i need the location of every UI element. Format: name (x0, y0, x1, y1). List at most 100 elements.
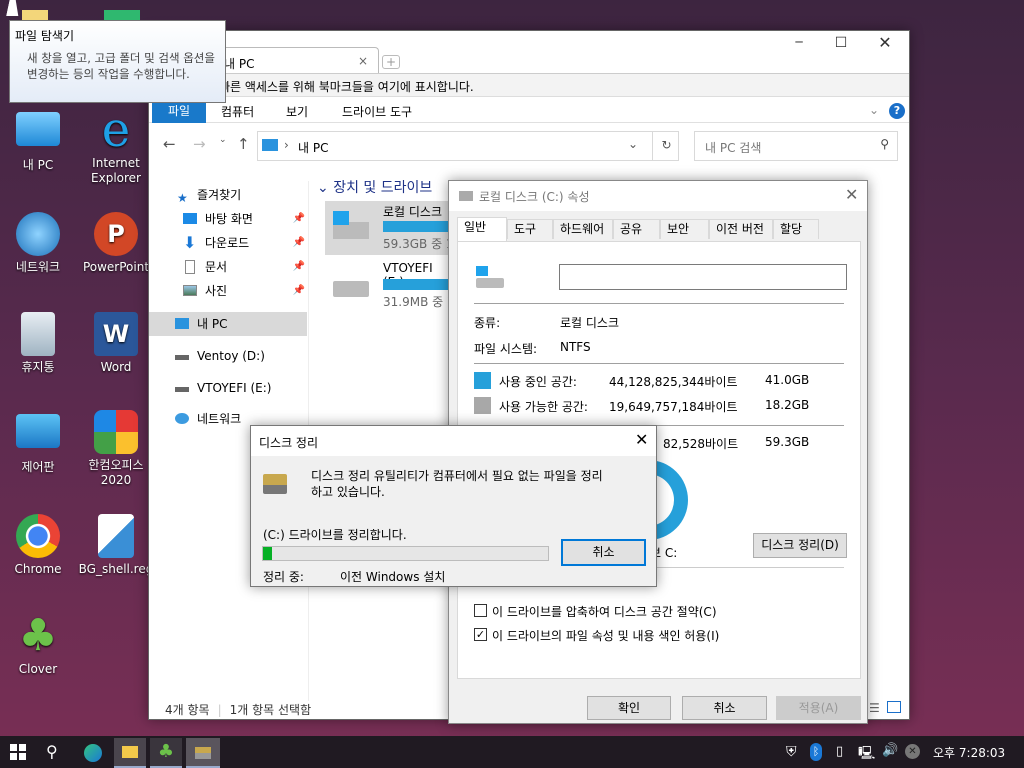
browser-tab[interactable]: 내 PC × (209, 47, 379, 73)
desktop-icon-network[interactable]: 네트워크 (0, 212, 76, 275)
tab-quota[interactable]: 할당량 (773, 219, 819, 255)
computer-icon (262, 139, 278, 151)
desktop-icon-ie[interactable]: e Internet Explorer (78, 102, 154, 186)
desktop-icon-powerpoint[interactable]: P PowerPoint (78, 212, 154, 275)
refresh-icon[interactable]: ↻ (652, 131, 680, 161)
pin-icon[interactable]: 📌 (293, 256, 305, 278)
drive-usage-bar (383, 221, 455, 232)
close-button[interactable]: ✕ (875, 33, 895, 52)
compress-checkbox[interactable] (474, 604, 487, 617)
volume-icon[interactable]: 🔊 (882, 743, 898, 758)
index-label[interactable]: 이 드라이브의 파일 속성 및 내용 색인 허용(I) (492, 627, 719, 644)
back-icon[interactable]: ← (163, 135, 176, 153)
nav-ventoy[interactable]: Ventoy (D:) (149, 345, 307, 367)
desktop-icon-clover[interactable]: ♣ Clover (0, 614, 76, 677)
dialog-titlebar: 로컬 디스크 (C:) 속성 ✕ (449, 181, 867, 211)
close-button[interactable]: ✕ (635, 430, 648, 449)
ribbon-expand-icon[interactable]: ⌄ (869, 103, 879, 117)
drive-item-e[interactable]: VTOYEFI (E:) 31.9MB 중 7 (325, 259, 455, 313)
tab-strip: 일반 도구 하드웨어 공유 보안 이전 버전 할당량 (457, 217, 861, 255)
clock[interactable]: 오후 7:28:03 (933, 744, 1005, 761)
taskbar-disk-cleanup[interactable] (186, 738, 220, 768)
fs-label: 파일 시스템: (474, 342, 538, 356)
minimize-button[interactable]: ─ (789, 35, 809, 49)
view-tiles-icon[interactable] (887, 701, 901, 713)
cancel-button[interactable]: 취소 (682, 696, 767, 720)
recent-chevron-icon[interactable]: ⌄ (219, 135, 227, 145)
nav-quick-access[interactable]: ★ 즐겨찾기 (149, 184, 307, 206)
ie-icon: e (101, 102, 131, 158)
desktop-icon-hancom[interactable]: 한컴오피스 2020 (78, 410, 154, 488)
view-details-icon[interactable]: ☰ (869, 701, 880, 715)
pin-icon[interactable]: 📌 (293, 232, 305, 254)
tab-previous-versions[interactable]: 이전 버전 (709, 219, 773, 239)
search-icon[interactable]: ⚲ (46, 742, 58, 761)
ribbon-tab-view[interactable]: 보기 (286, 103, 308, 120)
tab-security[interactable]: 보안 (660, 219, 709, 239)
disk-cleanup-dialog: 디스크 정리 ✕ 디스크 정리 유틸리티가 컴퓨터에서 필요 없는 파일을 정리… (250, 425, 657, 587)
cancel-button[interactable]: 취소 (561, 539, 646, 566)
tab-close-icon[interactable]: × (358, 54, 368, 68)
drive-name: 로컬 디스크 (383, 205, 443, 219)
pin-icon[interactable]: 📌 (293, 280, 305, 302)
compress-label[interactable]: 이 드라이브를 압축하여 디스크 공간 절약(C) (492, 603, 717, 620)
tab-sharing[interactable]: 공유 (613, 219, 660, 239)
nav-this-pc[interactable]: 내 PC (149, 312, 307, 336)
start-button[interactable] (10, 744, 26, 760)
nav-desktop[interactable]: 바탕 화면 📌 (149, 208, 307, 230)
ok-button[interactable]: 확인 (587, 696, 671, 720)
drive-message: (C:) 드라이브를 정리합니다. (263, 528, 407, 542)
taskbar-explorer[interactable] (114, 738, 146, 768)
status-bar: 4개 항목 | 1개 항목 선택함 (165, 703, 312, 717)
computer-icon (16, 112, 60, 146)
help-icon[interactable]: ? (889, 103, 905, 119)
free-bytes: 19,649,757,184바이트 (609, 400, 738, 414)
nav-downloads[interactable]: ⬇ 다운로드 📌 (149, 232, 307, 254)
disk-cleanup-button[interactable]: 디스크 정리(D) (753, 533, 847, 558)
taskbar-clover[interactable]: ♣ (150, 738, 182, 768)
desktop-icon-this-pc[interactable]: 내 PC (0, 112, 76, 173)
breadcrumb[interactable]: 내 PC (298, 139, 328, 156)
forward-icon[interactable]: → (193, 135, 206, 153)
address-bar[interactable]: › 내 PC ⌄ ↻ (257, 131, 679, 161)
fs-value: NTFS (560, 340, 591, 354)
search-input[interactable]: 내 PC 검색 ⚲ (694, 131, 898, 161)
pin-icon[interactable]: 📌 (293, 208, 305, 230)
tab-hardware[interactable]: 하드웨어 (553, 219, 613, 239)
nav-vtoyefi[interactable]: VTOYEFI (E:) (149, 377, 307, 399)
chevron-down-icon: ⌄ (317, 180, 334, 196)
network-status-icon[interactable]: 🖳 (858, 744, 875, 766)
tab-general[interactable]: 일반 (457, 217, 507, 241)
desktop-icon-chrome[interactable]: Chrome (0, 514, 76, 577)
desktop-icon-control-panel[interactable]: 제어판 (0, 414, 76, 475)
usb-icon[interactable]: ▯ (836, 744, 843, 759)
nav-pictures[interactable]: 사진 📌 (149, 280, 307, 302)
address-dropdown-icon[interactable]: ⌄ (628, 137, 638, 151)
ribbon-tab-drive-tools[interactable]: 드라이브 도구 (342, 103, 412, 120)
new-tab-button[interactable]: + (382, 55, 400, 69)
chrome-icon (16, 514, 60, 558)
desktop-icon-bg-shell[interactable]: BG_shell.reg (78, 514, 154, 577)
ribbon-tab-file[interactable]: 파일 (152, 101, 206, 123)
edge-icon[interactable] (84, 744, 102, 762)
nav-documents[interactable]: 문서 📌 (149, 256, 307, 278)
volume-label-input[interactable] (559, 264, 847, 290)
drive-icon (333, 281, 369, 297)
desktop-icon-recycle-bin[interactable]: 휴지통 (0, 312, 76, 375)
picture-icon (183, 285, 197, 296)
drive-item-c[interactable]: 로컬 디스크 59.3GB 중 1 (325, 201, 455, 255)
up-icon[interactable]: ↑ (237, 135, 250, 153)
used-label: 사용 중인 공간: (499, 375, 577, 389)
section-header[interactable]: ⌄ 장치 및 드라이브 (317, 177, 432, 197)
desktop-icon-word[interactable]: W Word (78, 312, 154, 375)
tab-tools[interactable]: 도구 (507, 219, 553, 239)
apply-button[interactable]: 적용(A) (776, 696, 861, 720)
index-checkbox[interactable]: ✓ (474, 628, 487, 641)
ribbon-tab-computer[interactable]: 컴퓨터 (221, 103, 254, 120)
notification-error-icon[interactable]: ✕ (905, 744, 920, 759)
close-button[interactable]: ✕ (845, 185, 858, 204)
taskbar: ⚲ ♣ ⛨ ᛒ ▯ 🖳 🔊 ✕ 오후 7:28:03 (0, 736, 1024, 768)
security-warning-icon[interactable]: ⛨ (786, 744, 797, 760)
maximize-button[interactable]: ☐ (831, 35, 851, 51)
bluetooth-icon[interactable]: ᛒ (810, 743, 822, 761)
